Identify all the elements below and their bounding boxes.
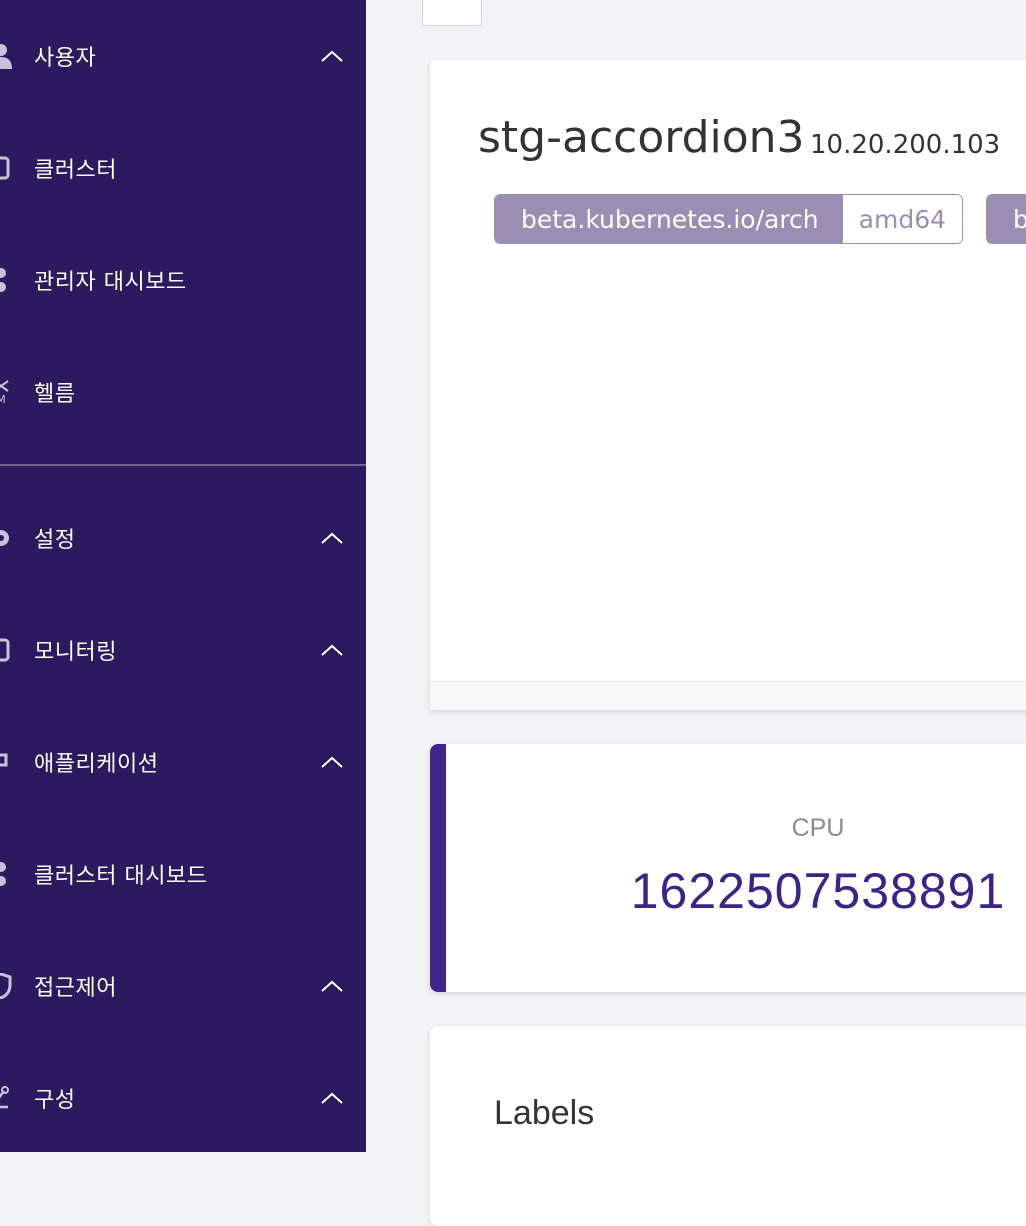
monitor-icon — [0, 637, 12, 663]
label-chip[interactable]: b — [986, 194, 1026, 244]
labels-title: Labels — [494, 1094, 595, 1132]
label-chip-value: amd64 — [842, 195, 963, 243]
chevron-up-icon — [321, 1092, 343, 1104]
sidebar-item-settings[interactable]: 설정 — [0, 510, 366, 566]
node-header-card: stg-accordion3 10.20.200.103 beta.kubern… — [430, 60, 1026, 710]
svg-text:M: M — [0, 393, 6, 405]
chevron-up-icon — [321, 532, 343, 544]
cpu-card: CPU 1622507538891 — [430, 744, 1026, 992]
label-chip-key: beta.kubernetes.io/arch — [495, 195, 843, 243]
sidebar-item-label: 구성 — [34, 1088, 76, 1113]
chevron-up-icon — [321, 644, 343, 656]
sidebar-item-label: 헬름 — [34, 382, 76, 407]
toolbar-button[interactable] — [422, 0, 482, 26]
chevron-up-icon — [321, 50, 343, 62]
chevron-up-icon — [321, 980, 343, 992]
sidebar-item-label: 모니터링 — [34, 640, 117, 665]
cpu-value: 1622507538891 — [630, 863, 1006, 919]
chevron-up-icon — [321, 756, 343, 768]
gear-icon — [0, 525, 12, 551]
cluster-icon — [0, 155, 12, 181]
main-content: stg-accordion3 10.20.200.103 beta.kubern… — [366, 0, 1026, 1226]
sidebar-item-label: 사용자 — [34, 46, 97, 71]
sidebar-item-config[interactable]: 구성 — [0, 1070, 366, 1126]
label-chip-key: b — [987, 195, 1026, 243]
sidebar-divider — [0, 464, 366, 466]
sidebar-item-cluster-dashboard[interactable]: 클러스터 대시보드 — [0, 846, 366, 902]
sidebar-item-monitoring[interactable]: 모니터링 — [0, 622, 366, 678]
sidebar-item-label: 설정 — [34, 528, 76, 553]
sidebar-item-label: 애플리케이션 — [34, 752, 159, 777]
sidebar-item-label: 접근제어 — [34, 976, 117, 1001]
dashboard-icon — [0, 267, 12, 293]
user-icon — [0, 43, 12, 69]
sidebar-item-users[interactable]: 사용자 — [0, 28, 366, 84]
shield-icon — [0, 973, 12, 999]
sidebar-item-application[interactable]: 애플리케이션 — [0, 734, 366, 790]
config-icon — [0, 1085, 12, 1111]
cpu-title: CPU — [791, 814, 845, 842]
helm-icon: M — [0, 379, 12, 405]
sidebar-item-admin-dashboard[interactable]: 관리자 대시보드 — [0, 252, 366, 308]
sidebar-item-label: 클러스터 — [34, 158, 117, 183]
labels-card: Labels — [430, 1026, 1026, 1226]
application-icon — [0, 749, 12, 775]
sidebar-item-label: 관리자 대시보드 — [34, 270, 187, 295]
sidebar: 사용자 클러스터 관리자 대시보드 M 헬름 설정 모니터링 애플리케이션 클러… — [0, 0, 366, 1152]
node-name: stg-accordion3 — [478, 112, 805, 163]
sidebar-item-access-control[interactable]: 접근제어 — [0, 958, 366, 1014]
label-chip[interactable]: beta.kubernetes.io/arch amd64 — [494, 194, 964, 244]
node-ip: 10.20.200.103 — [810, 130, 1001, 160]
card-footer — [430, 681, 1026, 710]
dashboard-icon — [0, 861, 12, 887]
sidebar-item-label: 클러스터 대시보드 — [34, 864, 208, 889]
sidebar-item-helm[interactable]: M 헬름 — [0, 364, 366, 420]
sidebar-item-cluster[interactable]: 클러스터 — [0, 140, 366, 196]
